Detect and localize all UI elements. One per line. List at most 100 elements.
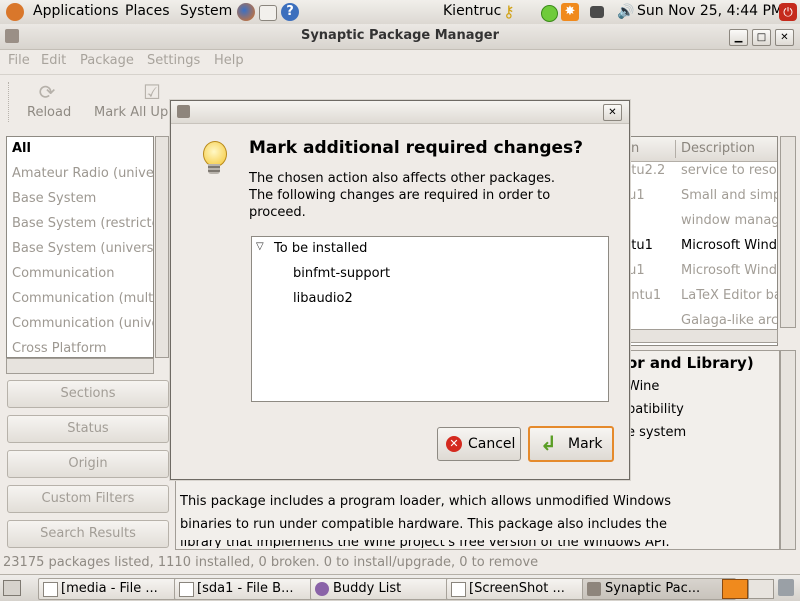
monitor-icon[interactable] xyxy=(590,6,604,18)
maximize-button[interactable]: □ xyxy=(752,29,771,46)
table-cell[interactable]: ntu1 xyxy=(629,238,653,253)
app-menu-icon[interactable] xyxy=(177,105,190,118)
changes-tree[interactable]: ▽ To be installed binfmt-support libaudi… xyxy=(251,236,609,402)
table-cell[interactable]: window manag xyxy=(681,213,777,228)
menu-help[interactable]: Help xyxy=(214,53,244,68)
description-heading: or and Library) xyxy=(627,354,754,372)
menu-settings[interactable]: Settings xyxy=(147,53,200,68)
mark-button[interactable]: ↲ Mark xyxy=(528,426,614,462)
task-screenshot[interactable]: [ScreenShot ... xyxy=(446,578,600,600)
menu-file[interactable]: File xyxy=(8,53,30,68)
dialog-close-button[interactable]: ✕ xyxy=(603,104,622,121)
table-cell[interactable]: tu1 xyxy=(629,263,645,278)
ubuntu-logo-icon[interactable] xyxy=(6,3,24,21)
description-body-line: library that implements the Wine project… xyxy=(180,540,670,548)
status-button[interactable]: Status xyxy=(7,415,169,443)
table-cell[interactable]: ntu2.2 xyxy=(629,163,665,178)
top-panel: Applications Places System ? Kientruc ⚷ … xyxy=(0,0,800,25)
list-item[interactable]: Communication (multiverse) xyxy=(12,291,153,306)
list-item[interactable]: Base System (restricted) xyxy=(12,216,153,231)
dialog-heading: Mark additional required changes? xyxy=(249,138,584,158)
menu-edit[interactable]: Edit xyxy=(41,53,66,68)
mark-changes-dialog: ✕ Mark additional required changes? The … xyxy=(170,100,630,480)
update-notifier-icon[interactable]: ✸ xyxy=(561,3,579,21)
dialog-message-line: The following changes are required in or… xyxy=(249,188,551,203)
tree-group-label[interactable]: To be installed xyxy=(274,241,367,256)
search-results-button[interactable]: Search Results xyxy=(7,520,169,548)
table-cell[interactable]: Galaga-like arc xyxy=(681,313,777,328)
close-window-button[interactable]: ✕ xyxy=(775,29,794,46)
cancel-button[interactable]: ✕ Cancel xyxy=(437,427,521,461)
mail-icon[interactable] xyxy=(259,5,277,21)
cancel-label: Cancel xyxy=(468,436,516,452)
mark-all-upgrades-icon: ☑ xyxy=(143,80,161,104)
workspace-1[interactable] xyxy=(722,579,748,599)
list-item[interactable]: Communication (universe) xyxy=(12,316,153,331)
table-cell[interactable]: LaTeX Editor ba xyxy=(681,288,777,303)
expander-triangle-icon[interactable]: ▽ xyxy=(256,241,264,252)
sections-button[interactable]: Sections xyxy=(7,380,169,408)
window-titlebar[interactable]: Synaptic Package Manager ▁ □ ✕ xyxy=(0,24,800,50)
key-icon[interactable]: ⚷ xyxy=(503,3,521,21)
network-status-icon[interactable] xyxy=(541,5,558,22)
minimize-button[interactable]: ▁ xyxy=(729,29,748,46)
list-item[interactable]: Cross Platform xyxy=(12,341,107,356)
origin-button[interactable]: Origin xyxy=(7,450,169,478)
list-item[interactable]: Communication xyxy=(12,266,114,281)
menu-system[interactable]: System xyxy=(180,3,232,19)
dialog-message-line: The chosen action also affects other pac… xyxy=(249,171,556,186)
list-item[interactable]: Base System xyxy=(12,191,96,206)
volume-icon[interactable]: 🔊 xyxy=(617,4,634,20)
description-body-line-clipped: library that implements the Wine project… xyxy=(180,540,670,548)
firefox-icon[interactable] xyxy=(237,3,255,21)
menu-places[interactable]: Places xyxy=(125,3,170,19)
window-title: Synaptic Package Manager xyxy=(300,28,500,43)
tree-item[interactable]: binfmt-support xyxy=(293,266,390,281)
list-item[interactable]: Amateur Radio (universe) xyxy=(12,166,153,181)
list-item[interactable]: Base System (universe) xyxy=(12,241,153,256)
table-cell[interactable]: service to reso xyxy=(681,163,777,178)
dialog-titlebar[interactable]: ✕ xyxy=(171,101,629,124)
menu-applications[interactable]: Applications xyxy=(33,3,119,19)
task-media-file-browser[interactable]: [media - File ... xyxy=(38,578,192,600)
description-vscrollbar[interactable] xyxy=(780,350,796,550)
menu-package[interactable]: Package xyxy=(80,53,134,68)
reload-icon: ⟳ xyxy=(38,80,56,104)
task-label: Synaptic Pac... xyxy=(605,581,701,596)
toolbar-handle[interactable] xyxy=(8,82,11,122)
description-line: Wine xyxy=(627,379,660,394)
username[interactable]: Kientruc xyxy=(443,3,501,19)
mark-label: Mark xyxy=(568,436,603,452)
package-table[interactable]: n Description ntu2.2 service to reso tu1… xyxy=(628,136,778,346)
description-body-line: This package includes a program loader, … xyxy=(180,494,672,509)
section-list-vscrollbar[interactable] xyxy=(155,136,169,358)
trash-icon[interactable] xyxy=(778,579,794,596)
task-buddy-list[interactable]: Buddy List xyxy=(310,578,464,600)
task-sda1-file-browser[interactable]: [sda1 - File B... xyxy=(174,578,328,600)
show-desktop-icon[interactable] xyxy=(3,580,21,596)
package-table-hscrollbar[interactable] xyxy=(628,329,778,343)
reload-button[interactable]: Reload xyxy=(27,105,71,120)
mark-all-upgrades-button[interactable]: Mark All Upgrades xyxy=(94,105,170,120)
table-cell[interactable]: untu1 xyxy=(629,288,661,303)
bottom-panel: [media - File ... [sda1 - File B... Budd… xyxy=(0,574,800,601)
section-list-hscrollbar[interactable] xyxy=(6,358,154,374)
task-synaptic[interactable]: Synaptic Pac... xyxy=(582,578,736,600)
help-icon[interactable]: ? xyxy=(281,3,299,21)
package-table-vscrollbar[interactable] xyxy=(780,136,796,328)
dialog-message-line: proceed. xyxy=(249,205,306,220)
table-cell[interactable]: Microsoft Windo xyxy=(681,263,777,278)
list-item[interactable]: All xyxy=(12,141,31,156)
table-cell[interactable]: Microsoft Windo xyxy=(681,238,777,253)
power-icon[interactable]: ⏻ xyxy=(779,3,797,21)
section-list[interactable]: All Amateur Radio (universe) Base System… xyxy=(6,136,154,358)
column-separator[interactable] xyxy=(675,140,676,158)
custom-filters-button[interactable]: Custom Filters xyxy=(7,485,169,513)
table-cell[interactable]: tu1 xyxy=(629,188,645,203)
workspace-2[interactable] xyxy=(748,579,774,599)
table-cell[interactable]: Small and simp xyxy=(681,188,777,203)
clock[interactable]: Sun Nov 25, 4:44 PM xyxy=(637,3,783,19)
version-column-header[interactable]: n xyxy=(631,141,639,156)
description-column-header[interactable]: Description xyxy=(681,141,755,156)
tree-item[interactable]: libaudio2 xyxy=(293,291,353,306)
